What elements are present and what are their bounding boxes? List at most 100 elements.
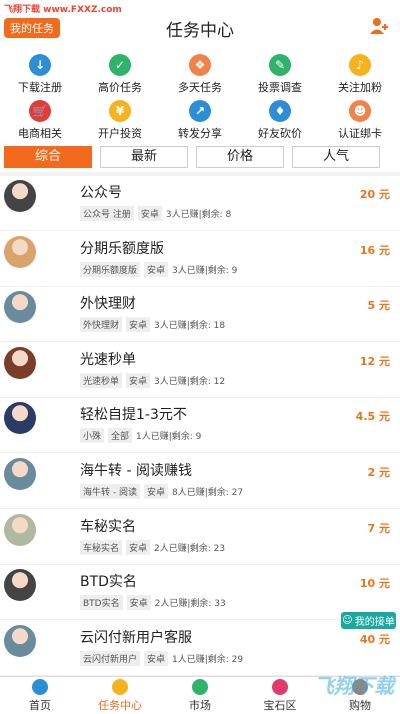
task-name: 海牛转 - 阅读赚钱 <box>80 463 192 479</box>
task-row[interactable]: 公众号公众号 注册 安卓 3人已赚|剩余: 8 20 元 <box>0 176 400 231</box>
category-2[interactable]: ✓ 高价任务 <box>80 54 160 100</box>
category-4[interactable]: ✎ 投票调查 <box>240 54 320 100</box>
task-avatar <box>4 458 36 490</box>
task-price: 40 元 <box>359 632 390 646</box>
cart-icon: 🛒 <box>29 100 51 122</box>
category-label: 多天任务 <box>178 81 222 94</box>
cards-icon: ❖ <box>189 54 211 76</box>
task-platform: 安卓 <box>126 372 151 388</box>
task-platform: 安卓 <box>137 206 162 221</box>
nav-label: 购物 <box>349 699 371 712</box>
calendar-check-icon: ✓ <box>109 54 131 76</box>
task-tags: 分期乐额度版 安卓 3人已赚|剩余: 9 <box>80 261 237 277</box>
category-label: 关注加粉 <box>338 81 382 94</box>
task-avatar <box>4 569 36 602</box>
user-badge-icon: ☻ <box>349 100 371 122</box>
edit-icon: ✎ <box>269 54 291 76</box>
task-row[interactable]: 外快理财 外快理财 安卓 3人已赚|剩余: 18 5 元 <box>0 287 400 343</box>
category-grid: ↓ 下载注册 ✓ 高价任务 ❖ 多天任务 ✎ 投票调查 ♪ 关注加粉 🛒 电商相关 ¥ 开户投资 ↗ 转发分享… <box>0 50 400 142</box>
task-row[interactable]: 分期乐额度版 分期乐额度版 安卓 3人已赚|剩余: 9 16 元 <box>0 231 400 287</box>
task-stats: 3人已赚|剩余: 8 <box>165 210 232 220</box>
category-1[interactable]: ↓ 下载注册 <box>0 54 80 100</box>
tab-3[interactable]: 价格 <box>196 146 284 168</box>
task-avatar <box>4 291 36 324</box>
task-name: 公众号 <box>80 185 122 201</box>
nav-2[interactable]: 任务中心 <box>80 679 160 713</box>
watermark-bottom: 飞翔下载 <box>314 674 394 698</box>
task-avatar <box>4 235 36 268</box>
category-6[interactable]: 🛒 电商相关 <box>0 100 80 146</box>
task-avatar <box>4 513 36 546</box>
tab-1[interactable]: 综合 <box>4 146 92 168</box>
category-label: 开户投资 <box>98 127 142 140</box>
category-5[interactable]: ♪ 关注加粉 <box>320 54 400 100</box>
task-stats: 8人已赚|剩余: 27 <box>172 488 244 498</box>
user-icon: ☺ <box>342 615 353 626</box>
user-plus-icon[interactable] <box>368 16 388 36</box>
task-icon <box>112 679 128 695</box>
task-name: 云闪付新用户客服 <box>80 629 192 646</box>
my-orders-button[interactable]: ☺ 我的接单 <box>341 612 396 629</box>
category-label: 认证绑卡 <box>338 127 382 140</box>
nav-1[interactable]: 首页 <box>0 679 80 713</box>
task-tags: 海牛转 - 阅读 安卓 8人已赚|剩余: 27 <box>80 484 243 499</box>
task-tag: BTD实名 <box>80 595 123 611</box>
category-3[interactable]: ❖ 多天任务 <box>160 54 240 100</box>
task-platform: 安卓 <box>144 261 169 277</box>
nav-3[interactable]: 市场 <box>160 679 240 713</box>
category-label: 高价任务 <box>98 81 142 94</box>
task-row[interactable]: 光速秒单光速秒单 安卓 3人已赚|剩余: 12 12 元 <box>0 342 400 398</box>
gem-icon <box>272 679 288 695</box>
task-tag: 外快理财 <box>80 317 123 333</box>
task-tags: 云闪付新用户 安卓 1人已赚|剩余: 29 <box>80 650 243 666</box>
task-name: 分期乐额度版 <box>80 240 164 257</box>
task-tags: 小殊 全部 1人已赚|剩余: 9 <box>80 428 201 444</box>
task-price: 20 元 <box>359 188 390 201</box>
task-tags: 外快理财 安卓 3人已赚|剩余: 18 <box>80 317 225 333</box>
bell-icon: ♪ <box>349 54 371 76</box>
task-price: 5 元 <box>367 299 390 313</box>
task-row[interactable]: 云闪付新用户客服云闪付新用户 安卓 1人已赚|剩余: 29 40 元 <box>0 620 400 676</box>
task-row[interactable]: BTD实名 BTD实名 安卓 2人已赚|剩余: 33 10 元 <box>0 565 400 621</box>
download-icon: ↓ <box>29 54 51 76</box>
tab-4[interactable]: 人气 <box>292 146 380 168</box>
task-name: 车秘实名 <box>80 518 136 535</box>
task-avatar <box>4 346 36 379</box>
page-title: 任务中心 <box>166 21 234 41</box>
task-platform: 安卓 <box>126 595 151 611</box>
category-label: 转发分享 <box>178 127 222 140</box>
home-icon <box>32 679 48 695</box>
task-row[interactable]: 轻松自提1-3元不 小殊 全部 1人已赚|剩余: 9 4.5 元 <box>0 398 400 454</box>
category-label: 电商相关 <box>18 127 62 140</box>
task-tag: 小殊 <box>80 428 105 444</box>
task-tag: 分期乐额度版 <box>80 261 141 277</box>
nav-label: 市场 <box>189 699 211 712</box>
share-icon: ↗ <box>189 100 211 122</box>
task-tag: 海牛转 - 阅读 <box>80 484 140 499</box>
task-row[interactable]: 海牛转 - 阅读赚钱 海牛转 - 阅读 安卓 8人已赚|剩余: 27 2 元 <box>0 454 400 509</box>
task-name: 光速秒单 <box>80 351 136 368</box>
task-name: BTD实名 <box>80 574 137 591</box>
task-platform: 安卓 <box>143 484 168 499</box>
category-7[interactable]: ¥ 开户投资 <box>80 100 160 146</box>
market-icon <box>192 679 208 695</box>
category-label: 好友砍价 <box>258 127 302 140</box>
header: 我的任务 任务中心 <box>0 0 400 50</box>
task-stats: 3人已赚|剩余: 12 <box>154 376 226 387</box>
category-9[interactable]: ♦ 好友砍价 <box>240 100 320 146</box>
tab-2[interactable]: 最新 <box>100 146 188 168</box>
task-price: 7 元 <box>367 521 390 535</box>
task-stats: 2人已赚|剩余: 23 <box>154 543 226 554</box>
task-tags: BTD实名 安卓 2人已赚|剩余: 33 <box>80 595 226 611</box>
task-tags: 光速秒单 安卓 3人已赚|剩余: 12 <box>80 372 226 388</box>
task-tag: 车秘实名 <box>80 539 123 555</box>
task-tag: 公众号 注册 <box>80 206 134 221</box>
category-8[interactable]: ↗ 转发分享 <box>160 100 240 146</box>
task-platform: 安卓 <box>126 317 151 333</box>
category-10[interactable]: ☻ 认证绑卡 <box>320 100 400 146</box>
task-price: 12 元 <box>359 354 390 368</box>
nav-4[interactable]: 宝石区 <box>240 679 320 713</box>
task-platform: 安卓 <box>144 650 169 666</box>
task-tags: 车秘实名 安卓 2人已赚|剩余: 23 <box>80 539 226 555</box>
task-row[interactable]: 车秘实名 车秘实名 安卓 2人已赚|剩余: 23 7 元 <box>0 509 400 565</box>
